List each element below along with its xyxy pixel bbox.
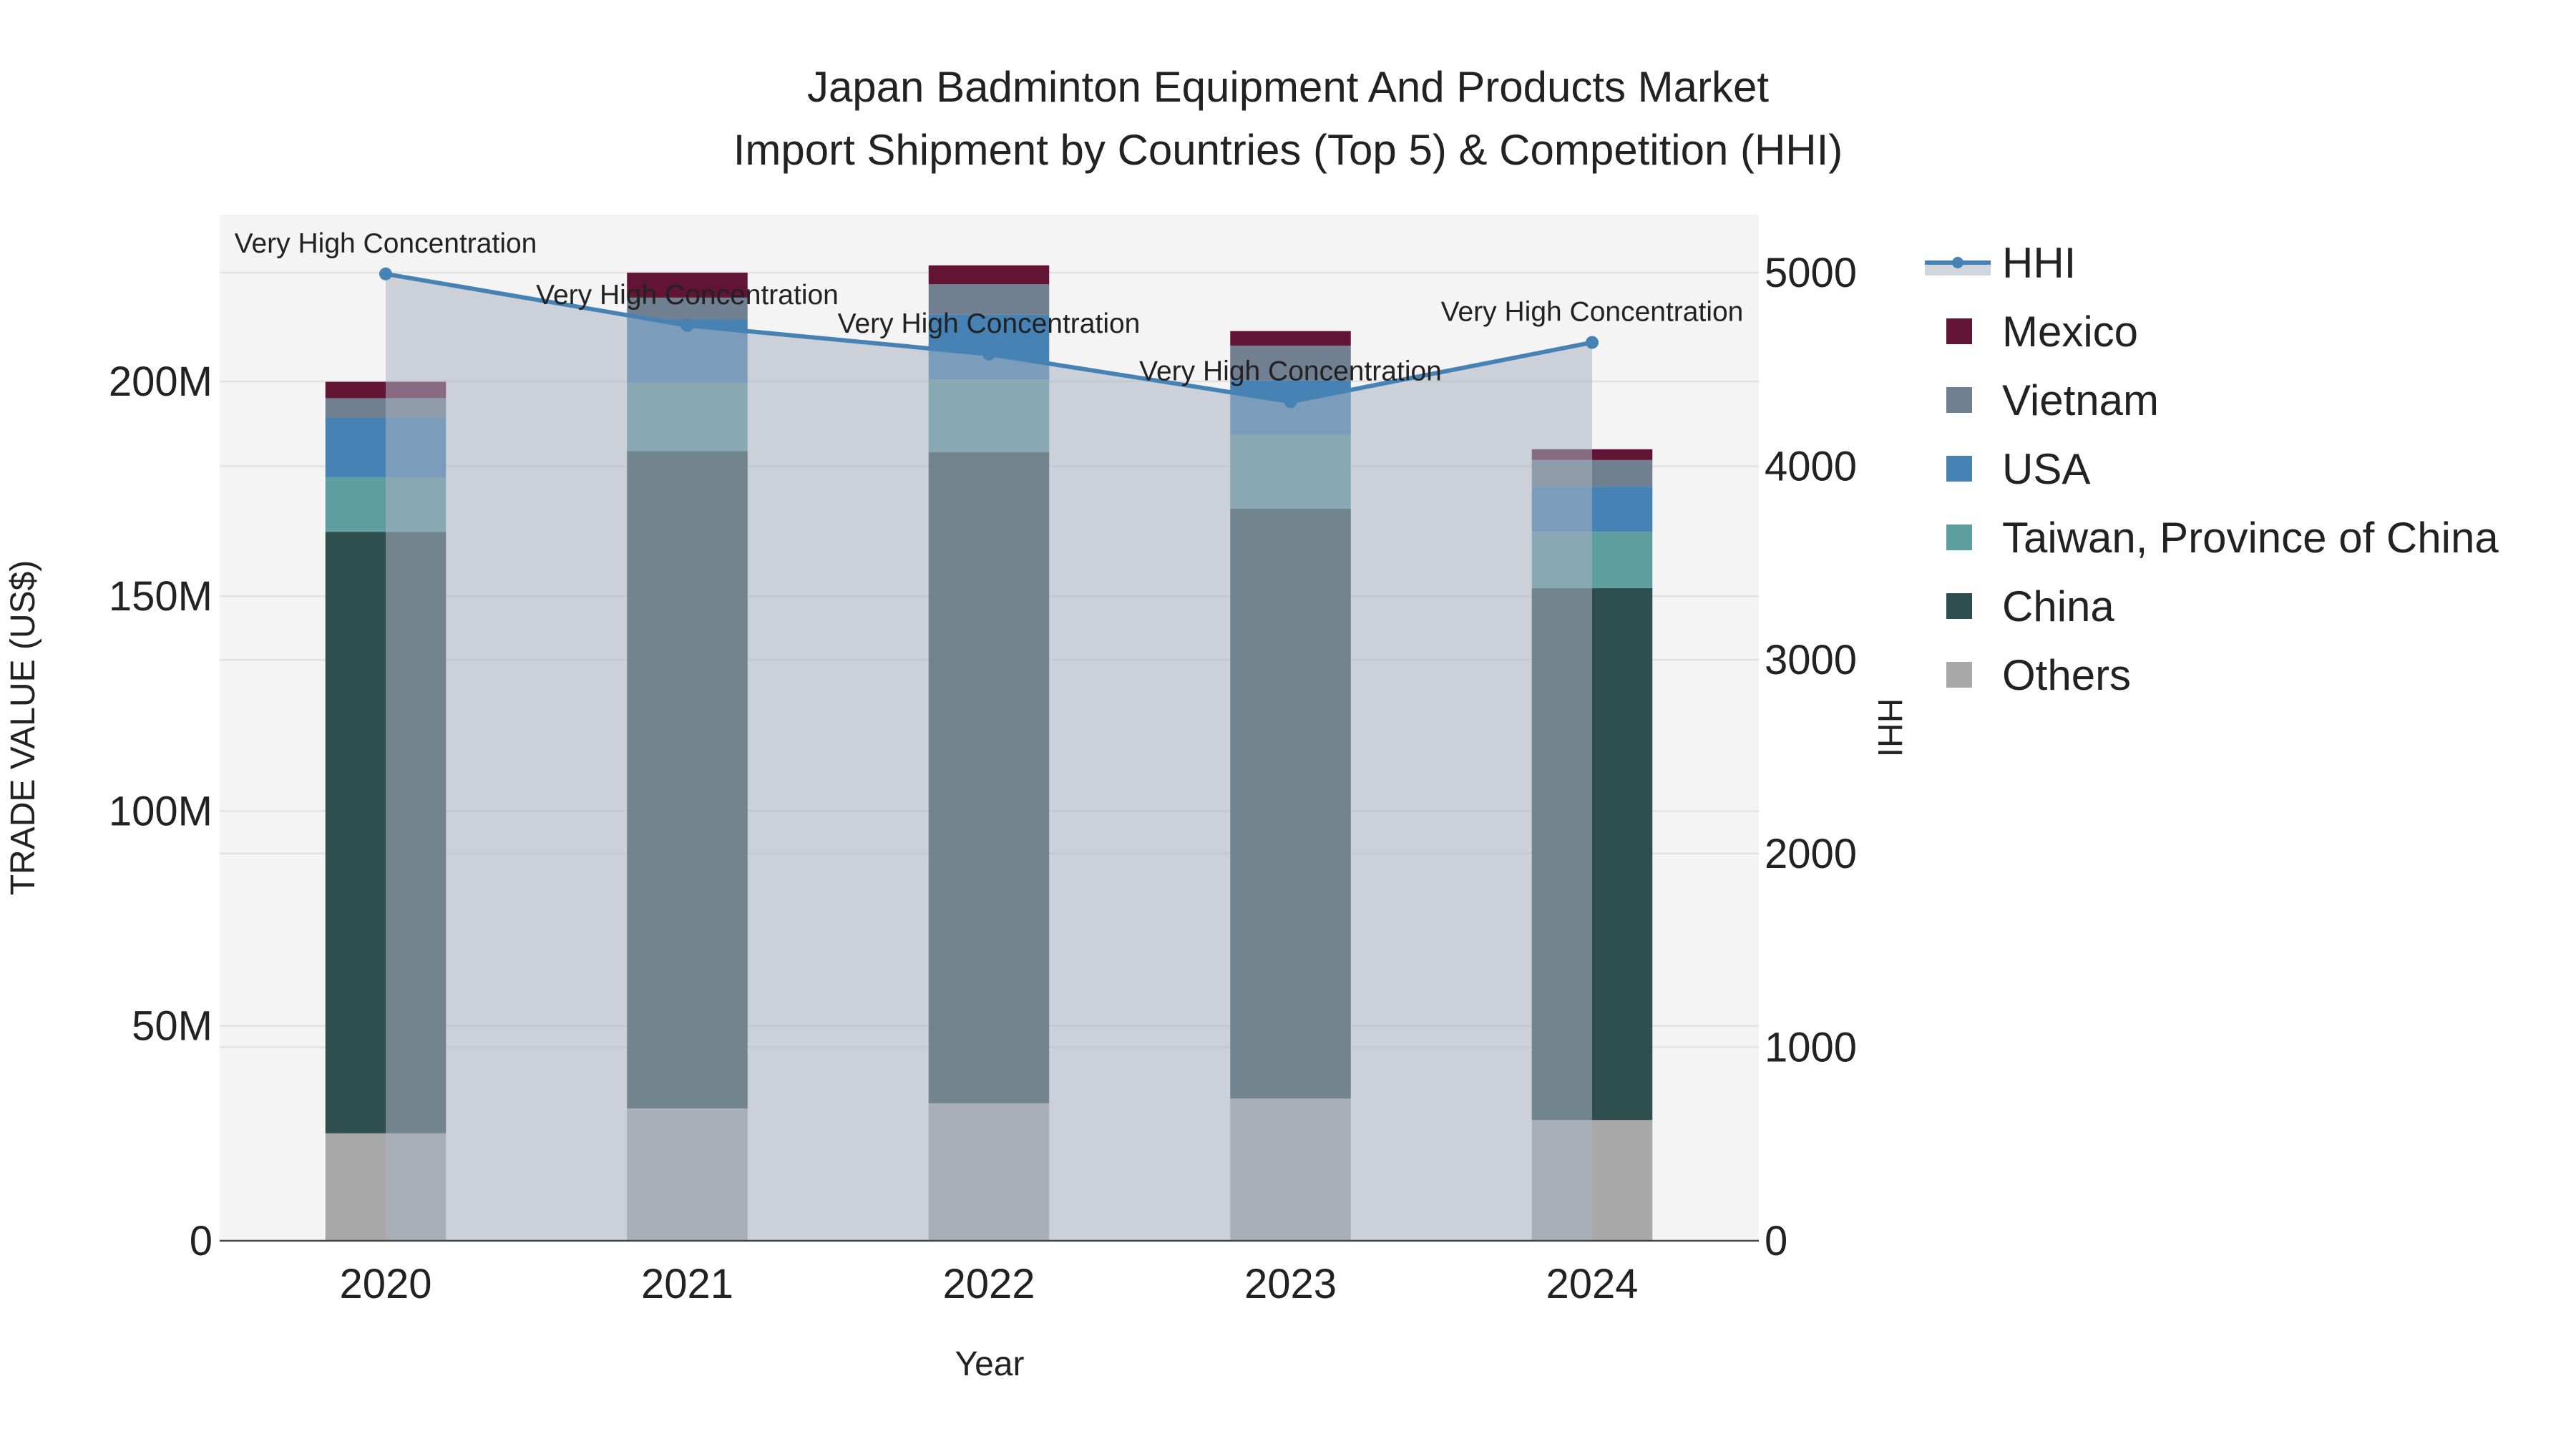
- legend-swatch-marker: [1952, 257, 1963, 268]
- bar-mexico-2022: [928, 265, 1050, 285]
- x-axis-label: Year: [955, 1345, 1025, 1383]
- y-tick-label: 50M: [132, 1003, 213, 1050]
- y-tick-label: 200M: [109, 358, 213, 405]
- legend-swatch: [1946, 318, 1972, 344]
- legend-label: HHI: [2002, 239, 2076, 287]
- legend-item-usa: USA: [1946, 445, 2090, 493]
- chart-title-line1: Japan Badminton Equipment And Products M…: [807, 63, 1769, 111]
- x-tick-label: 2024: [1546, 1261, 1638, 1307]
- chart: 0 50M 100M 150M 200M 0 1000 2000 3000 4000 5000 2…: [4, 63, 2499, 1383]
- legend-swatch: [1946, 525, 1972, 550]
- legend-swatch: [1946, 456, 1972, 482]
- hhi-series: [379, 267, 1599, 1241]
- legend-label: USA: [2002, 445, 2090, 493]
- y2-tick-label: 1000: [1765, 1024, 1857, 1070]
- y-tick-label: 0: [190, 1218, 213, 1264]
- hhi-area: [386, 273, 1592, 1241]
- legend-item-vietnam: Vietnam: [1946, 376, 2159, 424]
- y2-axis-ticks: 0 1000 2000 3000 4000 5000: [1765, 250, 1857, 1264]
- hhi-annotation-2023: Very High Concentration: [1139, 356, 1442, 386]
- x-tick-label: 2023: [1244, 1261, 1337, 1307]
- legend-swatch: [1946, 662, 1972, 688]
- y-axis-label: TRADE VALUE (US$): [4, 560, 42, 896]
- legend-label: China: [2002, 582, 2114, 630]
- legend-label: Mexico: [2002, 308, 2138, 356]
- legend-item-mexico: Mexico: [1946, 308, 2138, 356]
- y2-tick-label: 0: [1765, 1218, 1787, 1264]
- legend-item-china: China: [1946, 582, 2114, 630]
- y-tick-label: 150M: [109, 573, 213, 620]
- chart-title-line2: Import Shipment by Countries (Top 5) & C…: [733, 126, 1843, 174]
- hhi-annotation-2021: Very High Concentration: [536, 280, 839, 311]
- bar-mexico-2023: [1230, 331, 1351, 346]
- hhi-annotation-2022: Very High Concentration: [838, 308, 1141, 339]
- legend-swatch: [1946, 593, 1972, 619]
- x-tick-label: 2020: [339, 1261, 431, 1307]
- legend-label: Others: [2002, 651, 2131, 699]
- hhi-point-2022: [982, 347, 995, 361]
- hhi-point-2021: [680, 318, 694, 332]
- y2-axis-label: HHI: [1870, 698, 1908, 758]
- legend-label: Taiwan, Province of China: [2002, 514, 2499, 562]
- x-tick-label: 2022: [942, 1261, 1035, 1307]
- x-axis-ticks: 2020 2021 2022 2023 2024: [339, 1261, 1638, 1307]
- hhi-point-2023: [1284, 395, 1297, 409]
- hhi-point-2024: [1586, 336, 1599, 349]
- y2-tick-label: 2000: [1765, 831, 1857, 877]
- legend-item-others: Others: [1946, 651, 2131, 699]
- y-tick-label: 100M: [109, 788, 213, 834]
- legend: HHI Mexico Vietnam USA Taiwan, Province of C…: [1925, 239, 2499, 699]
- x-tick-label: 2021: [641, 1261, 733, 1307]
- y2-tick-label: 4000: [1765, 444, 1857, 490]
- y-axis-ticks: 0 50M 100M 150M 200M: [109, 358, 213, 1264]
- legend-item-taiwan-province-of-china: Taiwan, Province of China: [1946, 514, 2499, 562]
- legend-label: Vietnam: [2002, 376, 2159, 424]
- y2-tick-label: 3000: [1765, 637, 1857, 683]
- legend-swatch: [1946, 387, 1972, 413]
- hhi-point-2020: [379, 267, 392, 280]
- legend-item-hhi: HHI: [1925, 239, 2076, 287]
- y2-tick-label: 5000: [1765, 250, 1857, 296]
- hhi-annotation-2020: Very High Concentration: [235, 228, 537, 259]
- hhi-annotation-2024: Very High Concentration: [1441, 297, 1744, 328]
